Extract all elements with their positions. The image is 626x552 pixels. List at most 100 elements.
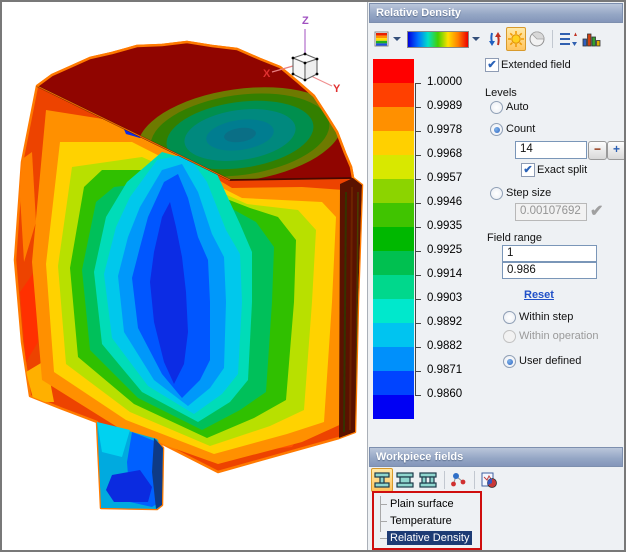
scale-tick-label: 0.9882 xyxy=(427,340,462,352)
scale-tick-labels: 1.00000.99890.99780.99680.99570.99460.99… xyxy=(415,83,495,395)
scale-tick xyxy=(415,131,421,132)
step-size-label: Step size xyxy=(506,187,551,199)
scale-band xyxy=(373,155,414,179)
scale-band xyxy=(373,179,414,203)
range-min-input[interactable]: 0.986 xyxy=(502,262,597,279)
scale-band xyxy=(373,395,414,419)
scale-tick xyxy=(415,395,421,396)
count-input[interactable]: 14 xyxy=(515,141,587,159)
palette-gradient-button[interactable] xyxy=(406,27,484,51)
exact-split-label: Exact split xyxy=(537,164,587,176)
reset-link[interactable]: Reset xyxy=(524,289,554,301)
workpiece-wide2-button[interactable] xyxy=(417,468,439,492)
levels-label: Levels xyxy=(485,87,517,99)
axis-y-label: Y xyxy=(333,83,341,95)
field-item-plain-surface[interactable]: Plain surface xyxy=(374,496,457,512)
scale-band xyxy=(373,275,414,299)
field-settings-panel: Relative Density xyxy=(368,2,624,550)
scale-tick xyxy=(415,323,421,324)
annotation-highlight: Plain surface Temperature Relative Density xyxy=(372,491,482,550)
toolbar-separator xyxy=(552,30,553,48)
scale-tick xyxy=(415,275,421,276)
extended-field-label: Extended field xyxy=(501,59,571,71)
scale-tick-label: 0.9871 xyxy=(427,364,462,376)
scale-tick-label: 1.0000 xyxy=(427,76,462,88)
workpiece-wide-icon xyxy=(395,471,415,489)
sphere-icon xyxy=(528,30,546,48)
scale-band xyxy=(373,227,414,251)
levels-list-button[interactable] xyxy=(557,27,579,51)
levels-count-radio[interactable] xyxy=(490,123,503,136)
histogram-button[interactable] xyxy=(580,27,603,51)
scale-tick xyxy=(415,227,421,228)
sun-icon xyxy=(507,30,525,48)
stripe-palette-button[interactable] xyxy=(373,27,405,51)
reverse-palette-button[interactable] xyxy=(485,27,505,51)
scale-tick xyxy=(415,83,421,84)
scale-tick xyxy=(415,371,421,372)
panel-title: Relative Density xyxy=(369,3,623,23)
levels-auto-radio[interactable] xyxy=(490,101,503,114)
workpiece-toolbar xyxy=(371,468,500,492)
scale-band xyxy=(373,347,414,371)
chart-doc-icon xyxy=(480,471,498,489)
workpiece-wide-button[interactable] xyxy=(394,468,416,492)
workpiece-narrow-icon xyxy=(372,471,392,489)
stripe-palette-icon xyxy=(374,31,390,47)
scale-tick-label: 0.9935 xyxy=(427,220,462,232)
field-item-label: Relative Density xyxy=(387,531,472,545)
range-max-input[interactable]: 1 xyxy=(502,245,597,262)
color-scale xyxy=(373,59,414,419)
field-item-label: Plain surface xyxy=(387,497,457,511)
3d-viewport[interactable]: Z X Y xyxy=(2,2,368,550)
scale-band xyxy=(373,251,414,275)
field-item-relative-density[interactable]: Relative Density xyxy=(374,530,472,546)
exact-split-checkbox[interactable] xyxy=(521,163,535,177)
extended-field-checkbox[interactable] xyxy=(485,58,499,72)
scale-tick-label: 0.9968 xyxy=(427,148,462,160)
tree-connector xyxy=(380,538,387,539)
scale-band xyxy=(373,83,414,107)
scale-band xyxy=(373,323,414,347)
scale-tick-label: 0.9892 xyxy=(427,316,462,328)
step-size-radio[interactable] xyxy=(490,187,503,200)
count-decrement-button[interactable]: − xyxy=(588,141,607,160)
toolbar-separator xyxy=(444,471,445,489)
field-item-temperature[interactable]: Temperature xyxy=(374,513,455,529)
toolbar-separator xyxy=(474,471,475,489)
scale-tick xyxy=(415,203,421,204)
apply-step-check-icon[interactable]: ✔ xyxy=(590,201,603,221)
sun-button[interactable] xyxy=(506,27,526,51)
within-step-radio[interactable] xyxy=(503,311,516,324)
scale-axis-line xyxy=(415,83,416,395)
reverse-palette-icon xyxy=(486,30,504,48)
scale-tick-label: 0.9925 xyxy=(427,244,462,256)
sphere-button[interactable] xyxy=(527,27,547,51)
scale-tick-label: 0.9946 xyxy=(427,196,462,208)
scale-band xyxy=(373,203,414,227)
histogram-icon xyxy=(581,31,602,48)
scale-tick xyxy=(415,179,421,180)
scale-tick xyxy=(415,347,421,348)
scale-tick-label: 0.9914 xyxy=(427,268,462,280)
within-operation-radio xyxy=(503,330,516,343)
workpiece-narrow-button[interactable] xyxy=(371,468,393,492)
axis-x-label: X xyxy=(263,68,271,80)
tree-connector xyxy=(380,521,387,522)
tree-connector xyxy=(380,504,387,505)
scale-tick-label: 0.9978 xyxy=(427,124,462,136)
scale-band xyxy=(373,107,414,131)
palette-gradient-icon xyxy=(407,31,469,48)
chevron-down-icon xyxy=(393,37,401,41)
field-toolbar xyxy=(370,25,604,53)
scale-band xyxy=(373,299,414,323)
user-defined-radio[interactable] xyxy=(503,355,516,368)
scale-tick xyxy=(415,299,421,300)
app-window: Z X Y Relative Density xyxy=(0,0,626,552)
user-defined-label: User defined xyxy=(519,355,581,367)
count-increment-button[interactable]: + xyxy=(607,141,626,160)
chart-doc-button[interactable] xyxy=(479,468,499,492)
share-button[interactable] xyxy=(449,468,469,492)
step-size-input: 0.00107692 xyxy=(515,203,587,221)
workpiece-wide2-icon xyxy=(418,471,438,489)
